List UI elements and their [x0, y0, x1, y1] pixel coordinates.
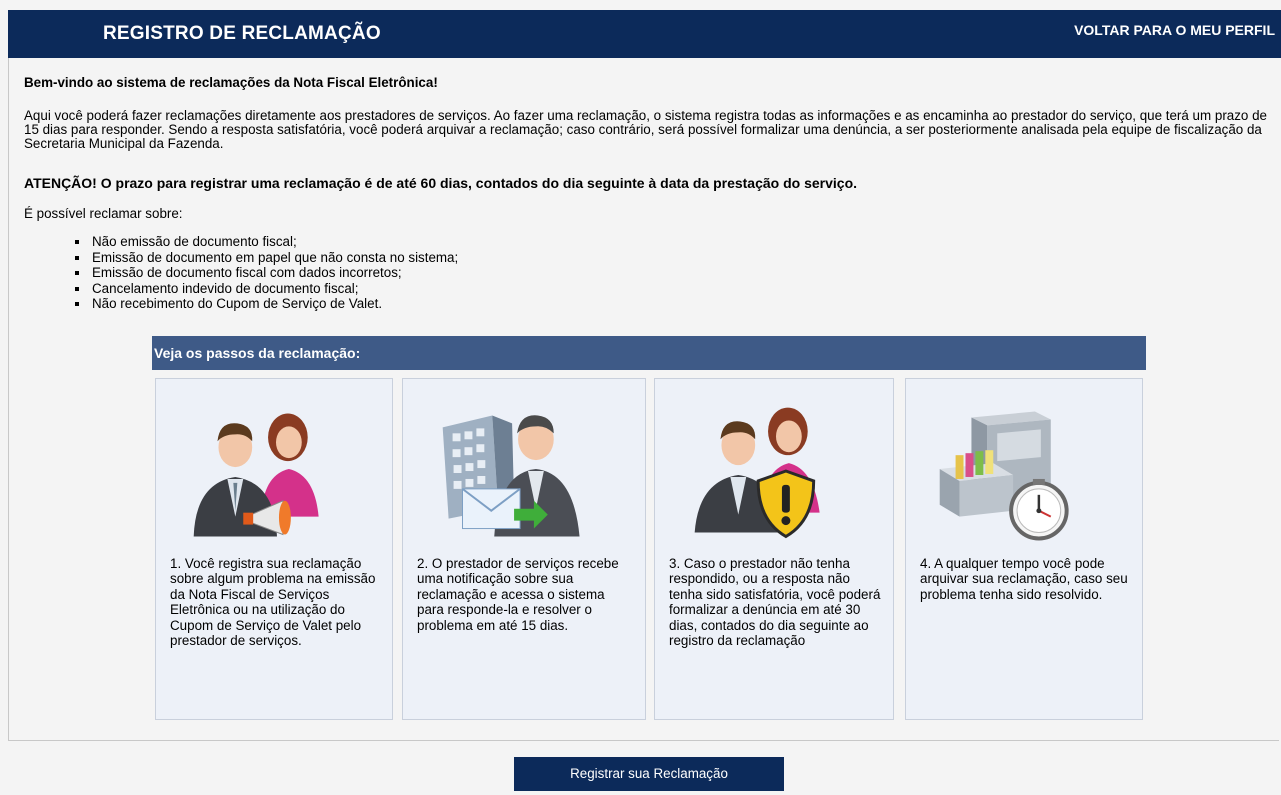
possible-label: É possível reclamar sobre: — [24, 206, 183, 221]
step-text: 3. Caso o prestador não tenha respondido… — [669, 556, 881, 649]
main-content: Bem-vindo ao sistema de reclamações da N… — [8, 58, 1279, 741]
step-text: 4. A qualquer tempo você pode arquivar s… — [920, 556, 1128, 602]
step-text: 1. Você registra sua reclamação sobre al… — [170, 556, 376, 649]
list-item: Emissão de documento em papel que não co… — [69, 250, 458, 266]
step-card-3: 3. Caso o prestador não tenha respondido… — [654, 378, 894, 720]
list-item: Emissão de documento fiscal com dados in… — [69, 265, 458, 281]
attention-text: ATENÇÃO! O prazo para registrar uma recl… — [24, 175, 858, 191]
back-to-profile-link[interactable]: VOLTAR PARA O MEU PERFIL — [1074, 22, 1275, 38]
step-card-1: 1. Você registra sua reclamação sobre al… — [155, 378, 393, 720]
warning-shield-icon — [694, 407, 820, 539]
provider-notification-icon — [442, 415, 580, 537]
register-complaint-button[interactable]: Registrar sua Reclamação — [514, 757, 784, 791]
intro-text: Aqui você poderá fazer reclamações diret… — [24, 108, 1267, 151]
complaint-topics-list: Não emissão de documento fiscal; Emissão… — [69, 234, 458, 312]
list-item: Não emissão de documento fiscal; — [69, 234, 458, 250]
step-card-2: 2. O prestador de serviços recebe uma no… — [402, 378, 646, 720]
welcome-heading: Bem-vindo ao sistema de reclamações da N… — [24, 75, 438, 90]
steps-header: Veja os passos da reclamação: — [152, 336, 1146, 370]
step-text: 2. O prestador de serviços recebe uma no… — [417, 556, 619, 633]
archive-clock-icon — [939, 411, 1069, 541]
list-item: Não recebimento do Cupom de Serviço de V… — [69, 296, 458, 312]
page-title: REGISTRO DE RECLAMAÇÃO — [103, 23, 381, 44]
complaint-megaphone-icon — [193, 413, 319, 537]
step-card-4: 4. A qualquer tempo você pode arquivar s… — [905, 378, 1143, 720]
page-header: REGISTRO DE RECLAMAÇÃO VOLTAR PARA O MEU… — [8, 10, 1281, 58]
list-item: Cancelamento indevido de documento fisca… — [69, 281, 458, 297]
